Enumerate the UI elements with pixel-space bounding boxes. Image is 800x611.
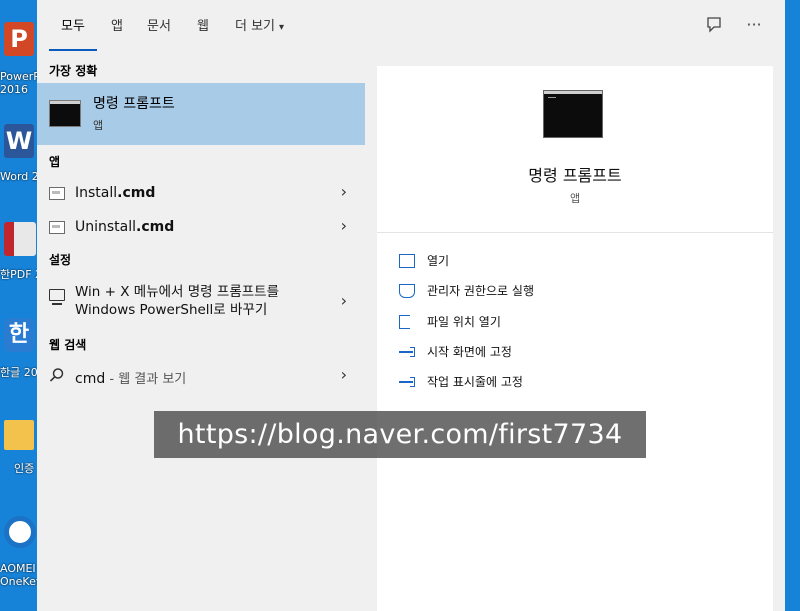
tab-web[interactable]: 웹 bbox=[197, 0, 209, 53]
detail-title: 명령 프롬프트 bbox=[528, 166, 622, 185]
app-result-label: Uninstall.cmd bbox=[75, 219, 175, 235]
desktop-icon-label: 한PDF 2 bbox=[0, 268, 38, 281]
command-prompt-icon bbox=[49, 100, 81, 127]
more-options-icon[interactable]: ··· bbox=[743, 14, 765, 36]
best-match-subtitle: 앱 bbox=[93, 119, 104, 132]
desktop-icon-label: Word 2016 bbox=[0, 170, 38, 183]
folder-icon bbox=[4, 420, 34, 450]
results-list: 가장 정확 명령 프롬프트 앱 앱 Install.cmd › Uninstal… bbox=[37, 53, 365, 611]
pin-taskbar-icon bbox=[399, 377, 415, 387]
best-match-header: 가장 정확 bbox=[49, 64, 98, 78]
detail-pane: 명령 프롬프트 앱 열기 관리자 권한으로 실행 파일 위치 열기 시작 화면에… bbox=[377, 66, 773, 611]
search-icon bbox=[49, 367, 65, 387]
web-search-header: 웹 검색 bbox=[49, 338, 87, 352]
hanpdf-icon bbox=[4, 222, 36, 256]
app-result-install[interactable]: Install.cmd › bbox=[37, 179, 365, 209]
feedback-icon[interactable] bbox=[703, 16, 725, 38]
web-search-label: cmd - 웹 결과 보기 bbox=[75, 371, 187, 387]
chevron-right-icon: › bbox=[340, 291, 347, 310]
file-location-icon bbox=[399, 315, 410, 329]
command-prompt-icon-large bbox=[543, 90, 603, 138]
word-icon: W bbox=[4, 124, 34, 158]
web-search-result[interactable]: cmd - 웹 결과 보기 › bbox=[37, 363, 365, 391]
aomei-icon bbox=[4, 516, 36, 548]
chevron-down-icon: ▾ bbox=[279, 22, 285, 33]
hangul-icon: 한 bbox=[4, 318, 34, 352]
setting-result-label: Win + X 메뉴에서 명령 프롬프트를 Windows PowerShell… bbox=[75, 284, 279, 318]
action-label: 열기 bbox=[427, 254, 450, 268]
chevron-right-icon: › bbox=[340, 216, 347, 235]
pin-start-icon bbox=[399, 347, 415, 357]
settings-header: 설정 bbox=[49, 253, 72, 267]
desktop-icon-label: PowerPoint 2016 bbox=[0, 70, 38, 96]
tab-documents[interactable]: 문서 bbox=[147, 0, 171, 53]
tab-more[interactable]: 더 보기 ▾ bbox=[235, 0, 284, 53]
desktop-icon-label: AOMEI OneKey bbox=[0, 562, 38, 588]
tab-all[interactable]: 모두 bbox=[49, 0, 97, 53]
best-match-title: 명령 프롬프트 bbox=[93, 96, 175, 112]
search-tabs: 모두 앱 문서 웹 더 보기 ▾ ··· bbox=[37, 0, 785, 53]
cmd-file-icon bbox=[49, 221, 65, 234]
chevron-right-icon: › bbox=[340, 182, 347, 201]
admin-shield-icon bbox=[399, 284, 415, 298]
setting-result[interactable]: Win + X 메뉴에서 명령 프롬프트를 Windows PowerShell… bbox=[37, 279, 365, 323]
watermark-url: https://blog.naver.com/first7734 bbox=[154, 411, 646, 458]
detail-subtitle: 앱 bbox=[569, 192, 581, 205]
search-panel: 모두 앱 문서 웹 더 보기 ▾ ··· 가장 정확 명령 프롬프트 앱 앱 In… bbox=[37, 0, 785, 611]
chevron-right-icon: › bbox=[340, 365, 347, 384]
action-label: 관리자 권한으로 실행 bbox=[427, 284, 534, 298]
action-label: 시작 화면에 고정 bbox=[427, 345, 512, 359]
feedback-icon-svg bbox=[707, 17, 721, 33]
action-label: 파일 위치 열기 bbox=[427, 315, 501, 329]
powerpoint-icon: P bbox=[4, 22, 34, 56]
app-result-uninstall[interactable]: Uninstall.cmd › bbox=[37, 213, 365, 243]
best-match-item[interactable]: 명령 프롬프트 앱 bbox=[37, 83, 365, 145]
app-result-label: Install.cmd bbox=[75, 185, 156, 201]
display-settings-icon bbox=[49, 289, 65, 305]
apps-header: 앱 bbox=[49, 155, 61, 169]
action-label: 작업 표시줄에 고정 bbox=[427, 375, 523, 389]
open-icon bbox=[399, 254, 415, 268]
cmd-file-icon bbox=[49, 187, 65, 200]
tab-apps[interactable]: 앱 bbox=[111, 0, 123, 53]
detail-divider bbox=[377, 232, 773, 233]
tab-more-label: 더 보기 bbox=[235, 19, 276, 34]
desktop-icon-label: 한글 20 bbox=[0, 366, 38, 379]
